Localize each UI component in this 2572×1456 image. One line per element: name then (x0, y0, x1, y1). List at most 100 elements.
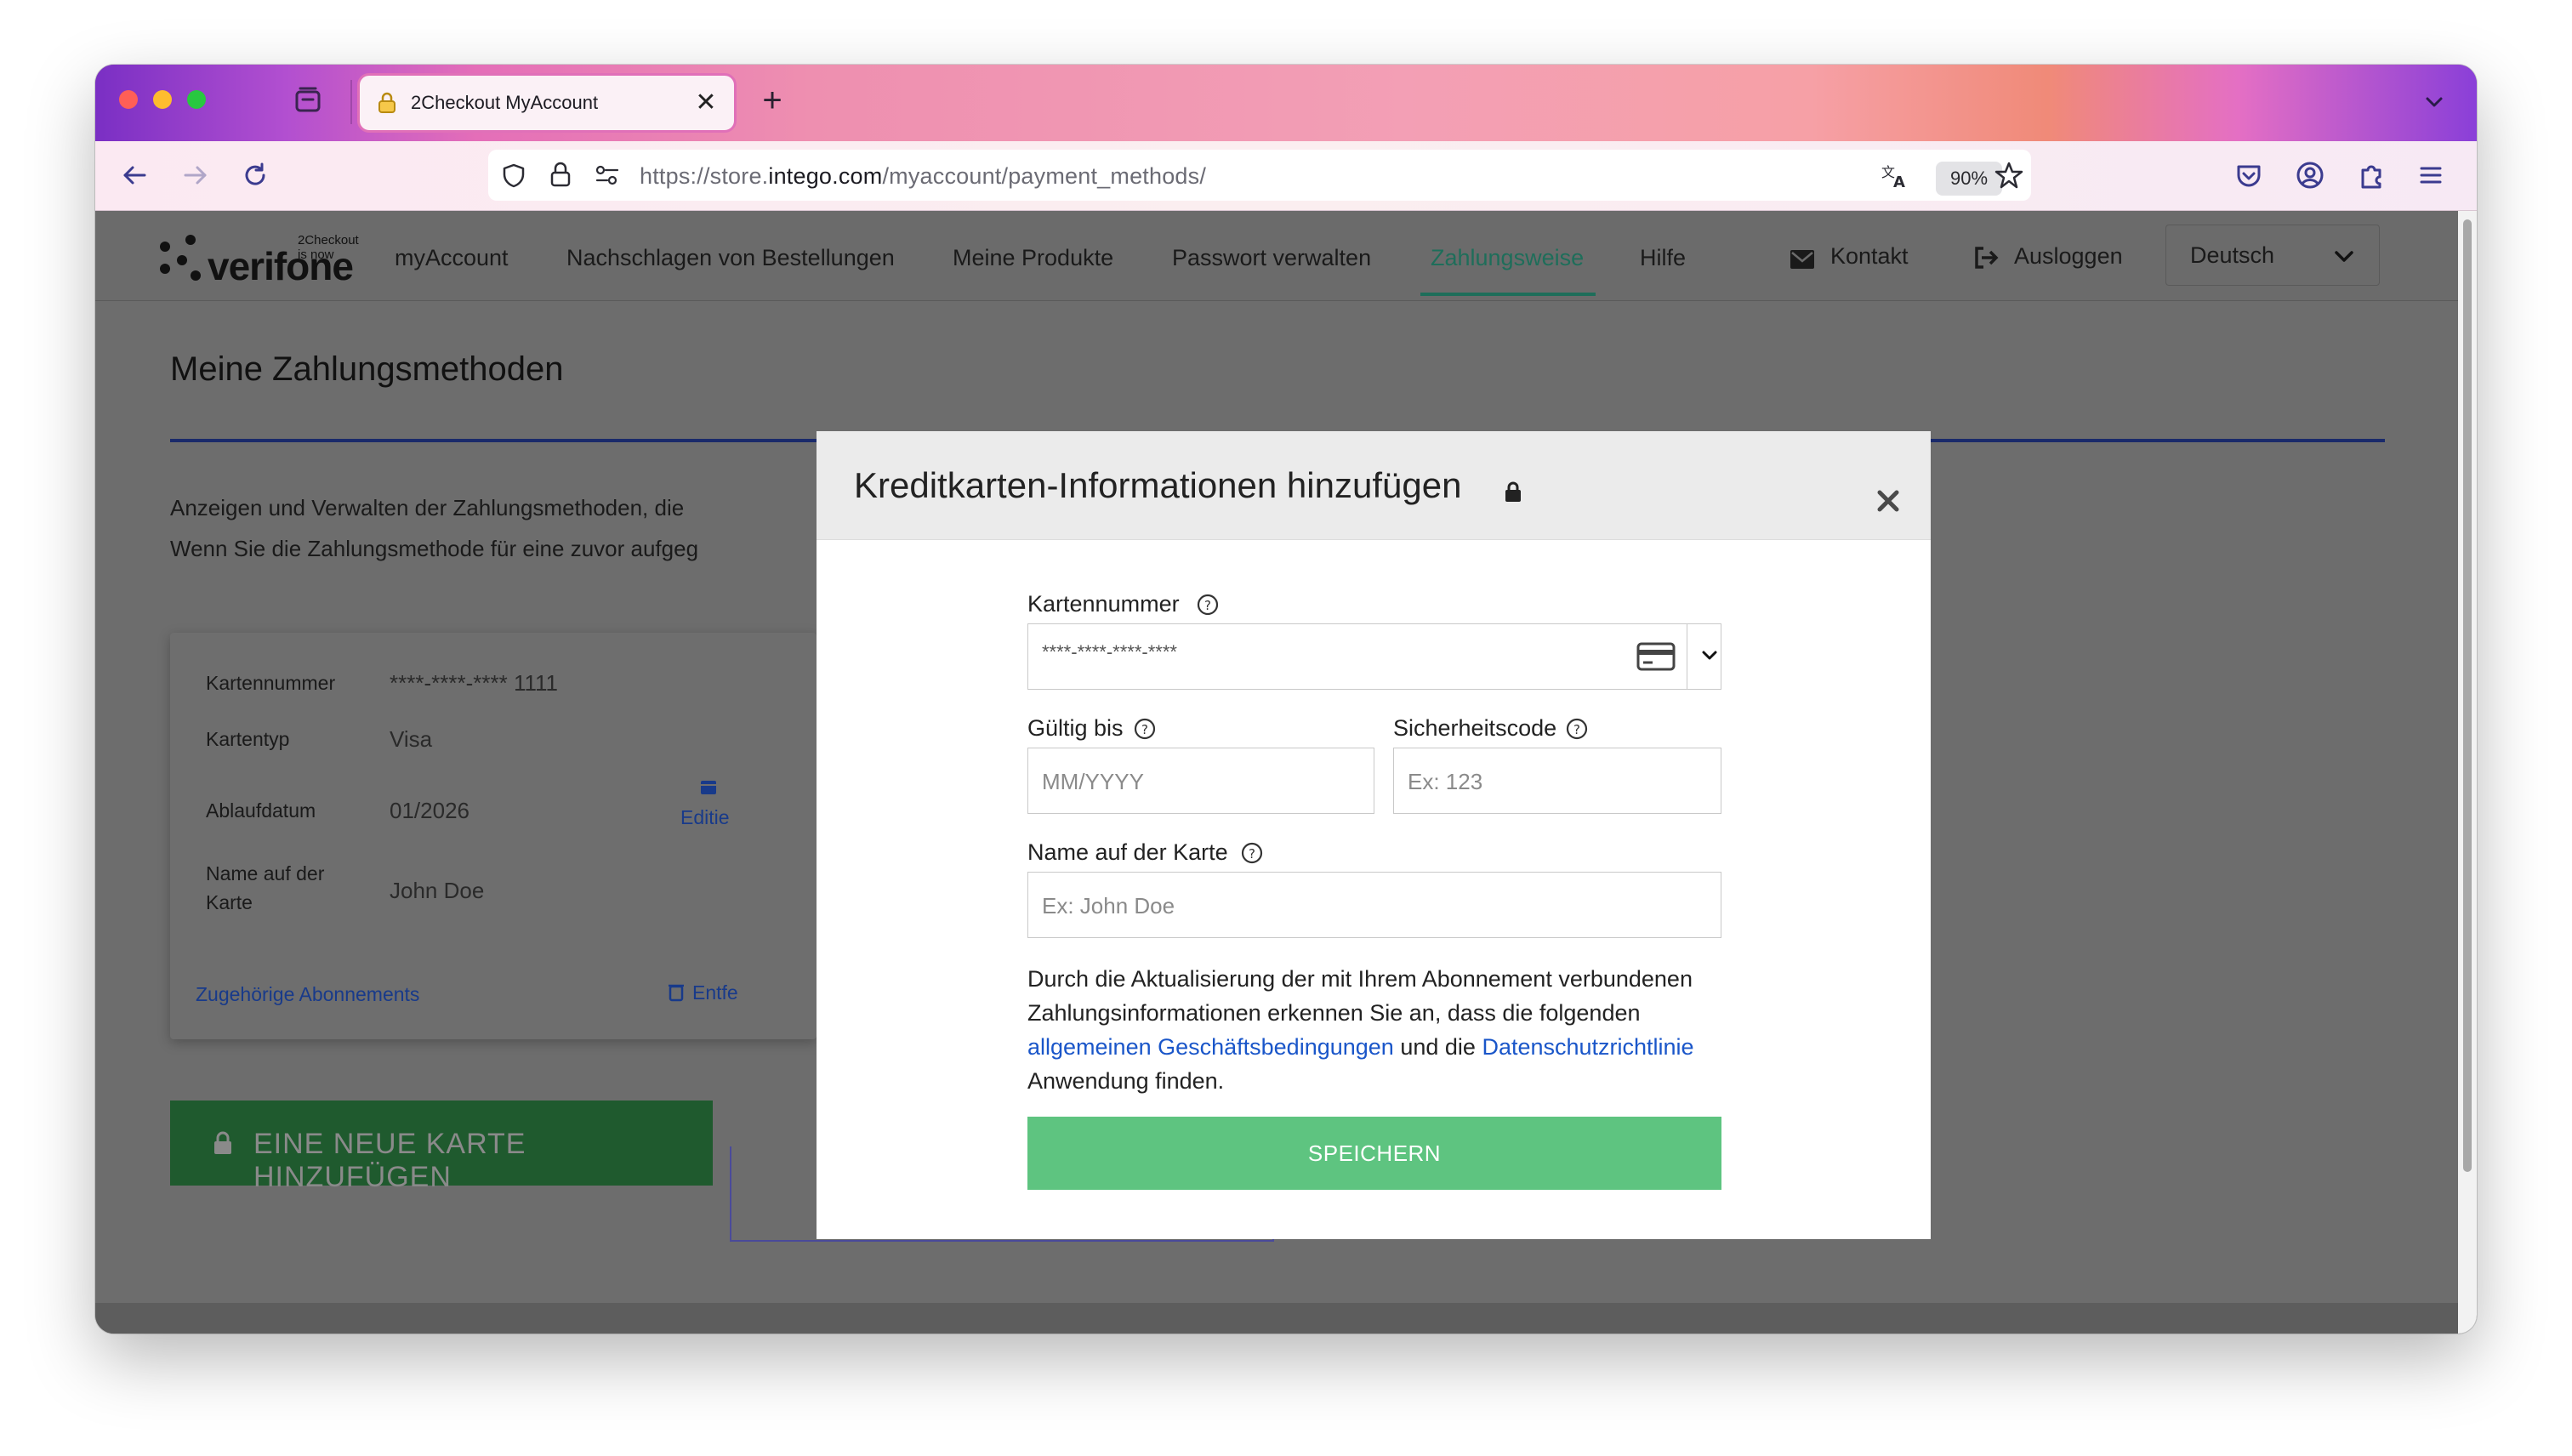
scrollbar-thumb[interactable] (2463, 219, 2472, 1172)
card-number-field-label: Kartennummer (1027, 591, 1180, 617)
card-number-placeholder: ****-****-****-**** (1042, 641, 1177, 663)
logo-wordmark: verifone (208, 244, 354, 288)
cardholder-name-placeholder: Ex: John Doe (1042, 893, 1175, 919)
bookmark-star-icon[interactable] (1994, 160, 2024, 195)
logout-icon[interactable] (1972, 243, 2000, 272)
help-question-icon[interactable]: ? (1133, 717, 1157, 741)
chevron-down-icon[interactable] (1699, 645, 1721, 667)
expiry-label: Ablaufdatum (206, 799, 316, 822)
zoom-level-badge[interactable]: 90% (1936, 162, 2002, 196)
verifone-logo[interactable]: 2Checkout is now verifone (156, 230, 359, 288)
calendar-icon[interactable] (699, 777, 718, 800)
translate-icon[interactable]: 文A (1880, 162, 1910, 195)
logo-dot (185, 235, 196, 245)
svg-text:?: ? (1141, 722, 1148, 737)
security-code-field-label: Sicherheitscode (1393, 715, 1557, 741)
reload-icon[interactable] (238, 158, 272, 192)
lock-favicon-icon (375, 91, 399, 115)
add-new-card-label: EINE NEUE KARTE HINZUFÜGEN (253, 1128, 526, 1193)
nav-my-products[interactable]: Meine Produkte (953, 245, 1113, 271)
secure-lock-icon[interactable] (548, 160, 573, 193)
expiry-field-label: Gültig bis (1027, 715, 1124, 741)
logo-dot (160, 242, 170, 252)
nav-manage-password[interactable]: Passwort verwalten (1172, 245, 1371, 271)
add-credit-card-modal: Kreditkarten-Informationen hinzufügen Ka… (817, 431, 1931, 1239)
edit-card-link[interactable]: Editie (680, 806, 730, 829)
language-selected: Deutsch (2190, 242, 2275, 268)
svg-text:A: A (1893, 173, 1905, 191)
nav-logout[interactable]: Ausloggen (2014, 243, 2123, 270)
tab-close-icon[interactable]: ✕ (693, 90, 719, 116)
tab-overview-icon[interactable] (293, 85, 323, 116)
lock-icon (213, 1131, 233, 1155)
browser-window: 2Checkout MyAccount ✕ + https://store.in… (95, 65, 2477, 1334)
terms-link[interactable]: allgemeinen Geschäftsbedingungen (1027, 1034, 1394, 1060)
nav-payment-methods[interactable]: Zahlungsweise (1431, 245, 1584, 271)
url-text[interactable]: https://store.intego.com/myaccount/payme… (640, 163, 1206, 190)
page-title: Meine Zahlungsmethoden (170, 350, 564, 388)
disclaimer-connector: und die (1400, 1034, 1476, 1060)
security-code-input[interactable]: Ex: 123 (1393, 748, 1721, 814)
modal-header: Kreditkarten-Informationen hinzufügen (817, 431, 1931, 540)
save-button[interactable]: SPEICHERN (1027, 1117, 1721, 1190)
logo-dot (191, 270, 201, 281)
card-number-label: Kartennummer (206, 672, 336, 694)
language-select[interactable]: Deutsch (2165, 225, 2380, 286)
forward-arrow-icon[interactable] (179, 158, 213, 192)
trash-icon[interactable] (667, 981, 686, 1006)
navigation-toolbar: https://store.intego.com/myaccount/payme… (95, 141, 2477, 211)
intro-text-line-2: Wenn Sie die Zahlungsmethode für eine zu… (170, 536, 699, 561)
tracking-protection-shield-icon[interactable] (500, 162, 527, 193)
account-icon[interactable] (2293, 158, 2327, 192)
card-type-value: Visa (390, 726, 433, 752)
logo-dot (160, 264, 170, 274)
remove-card-link[interactable]: Entfe (692, 981, 738, 1004)
nav-help[interactable]: Hilfe (1640, 245, 1686, 271)
close-icon[interactable] (1875, 487, 1902, 515)
card-number-input[interactable]: ****-****-****-**** (1027, 623, 1721, 690)
lock-icon (1504, 481, 1522, 503)
nav-order-lookup[interactable]: Nachschlagen von Bestellungen (566, 245, 895, 271)
security-code-placeholder: Ex: 123 (1408, 769, 1483, 794)
site-permissions-icon[interactable] (594, 163, 621, 191)
back-arrow-icon[interactable] (117, 158, 151, 192)
new-tab-button[interactable]: + (754, 82, 791, 119)
name-label-line-1: Name auf der (206, 862, 325, 884)
expiry-value: 01/2026 (390, 798, 469, 823)
address-bar[interactable]: https://store.intego.com/myaccount/payme… (488, 150, 2031, 201)
help-question-icon[interactable]: ? (1565, 717, 1589, 741)
pocket-icon[interactable] (2232, 158, 2266, 192)
add-new-card-button[interactable]: EINE NEUE KARTE HINZUFÜGEN (170, 1101, 713, 1193)
cardholder-name-input[interactable]: Ex: John Doe (1027, 872, 1721, 938)
expiry-input[interactable]: MM/YYYY (1027, 748, 1374, 814)
tab-list-chevron-icon[interactable] (2417, 85, 2451, 119)
help-question-icon[interactable]: ? (1240, 841, 1264, 865)
card-type-label: Kartentyp (206, 728, 290, 750)
cardholder-name-field-label: Name auf der Karte (1027, 839, 1228, 865)
app-menu-hamburger-icon[interactable] (2414, 158, 2448, 192)
tab-separator (350, 80, 352, 124)
tab-title: 2Checkout MyAccount (411, 92, 599, 113)
extensions-puzzle-icon[interactable] (2354, 158, 2388, 192)
saved-card-panel: Kartennummer ****-****-**** 1111 Kartent… (170, 633, 817, 1039)
browser-tab-active[interactable]: 2Checkout MyAccount ✕ (357, 73, 737, 133)
nav-active-underline (1420, 293, 1596, 296)
expiry-placeholder: MM/YYYY (1042, 769, 1144, 794)
site-header: 2Checkout is now verifone myAccount Nach… (95, 211, 2458, 301)
related-subscriptions-link[interactable]: Zugehörige Abonnements (196, 983, 419, 1006)
privacy-policy-link[interactable]: Datenschutzrichtlinie (1482, 1034, 1693, 1060)
vertical-scrollbar[interactable] (2458, 211, 2477, 1334)
nav-contact[interactable]: Kontakt (1830, 243, 1909, 270)
nav-myaccount[interactable]: myAccount (395, 245, 509, 271)
page-footer-strip (95, 1303, 2458, 1334)
help-question-icon[interactable]: ? (1196, 593, 1220, 617)
contact-envelope-icon[interactable] (1788, 243, 1817, 272)
modal-title: Kreditkarten-Informationen hinzufügen (854, 465, 1462, 505)
name-label-line-2: Karte (206, 891, 253, 913)
intro-text-line-1: Anzeigen und Verwalten der Zahlungsmetho… (170, 495, 685, 520)
minimize-window-button[interactable] (153, 90, 172, 109)
svg-text:?: ? (1204, 598, 1211, 613)
svg-text:?: ? (1249, 846, 1255, 862)
zoom-window-button[interactable] (187, 90, 206, 109)
close-window-button[interactable] (119, 90, 138, 109)
